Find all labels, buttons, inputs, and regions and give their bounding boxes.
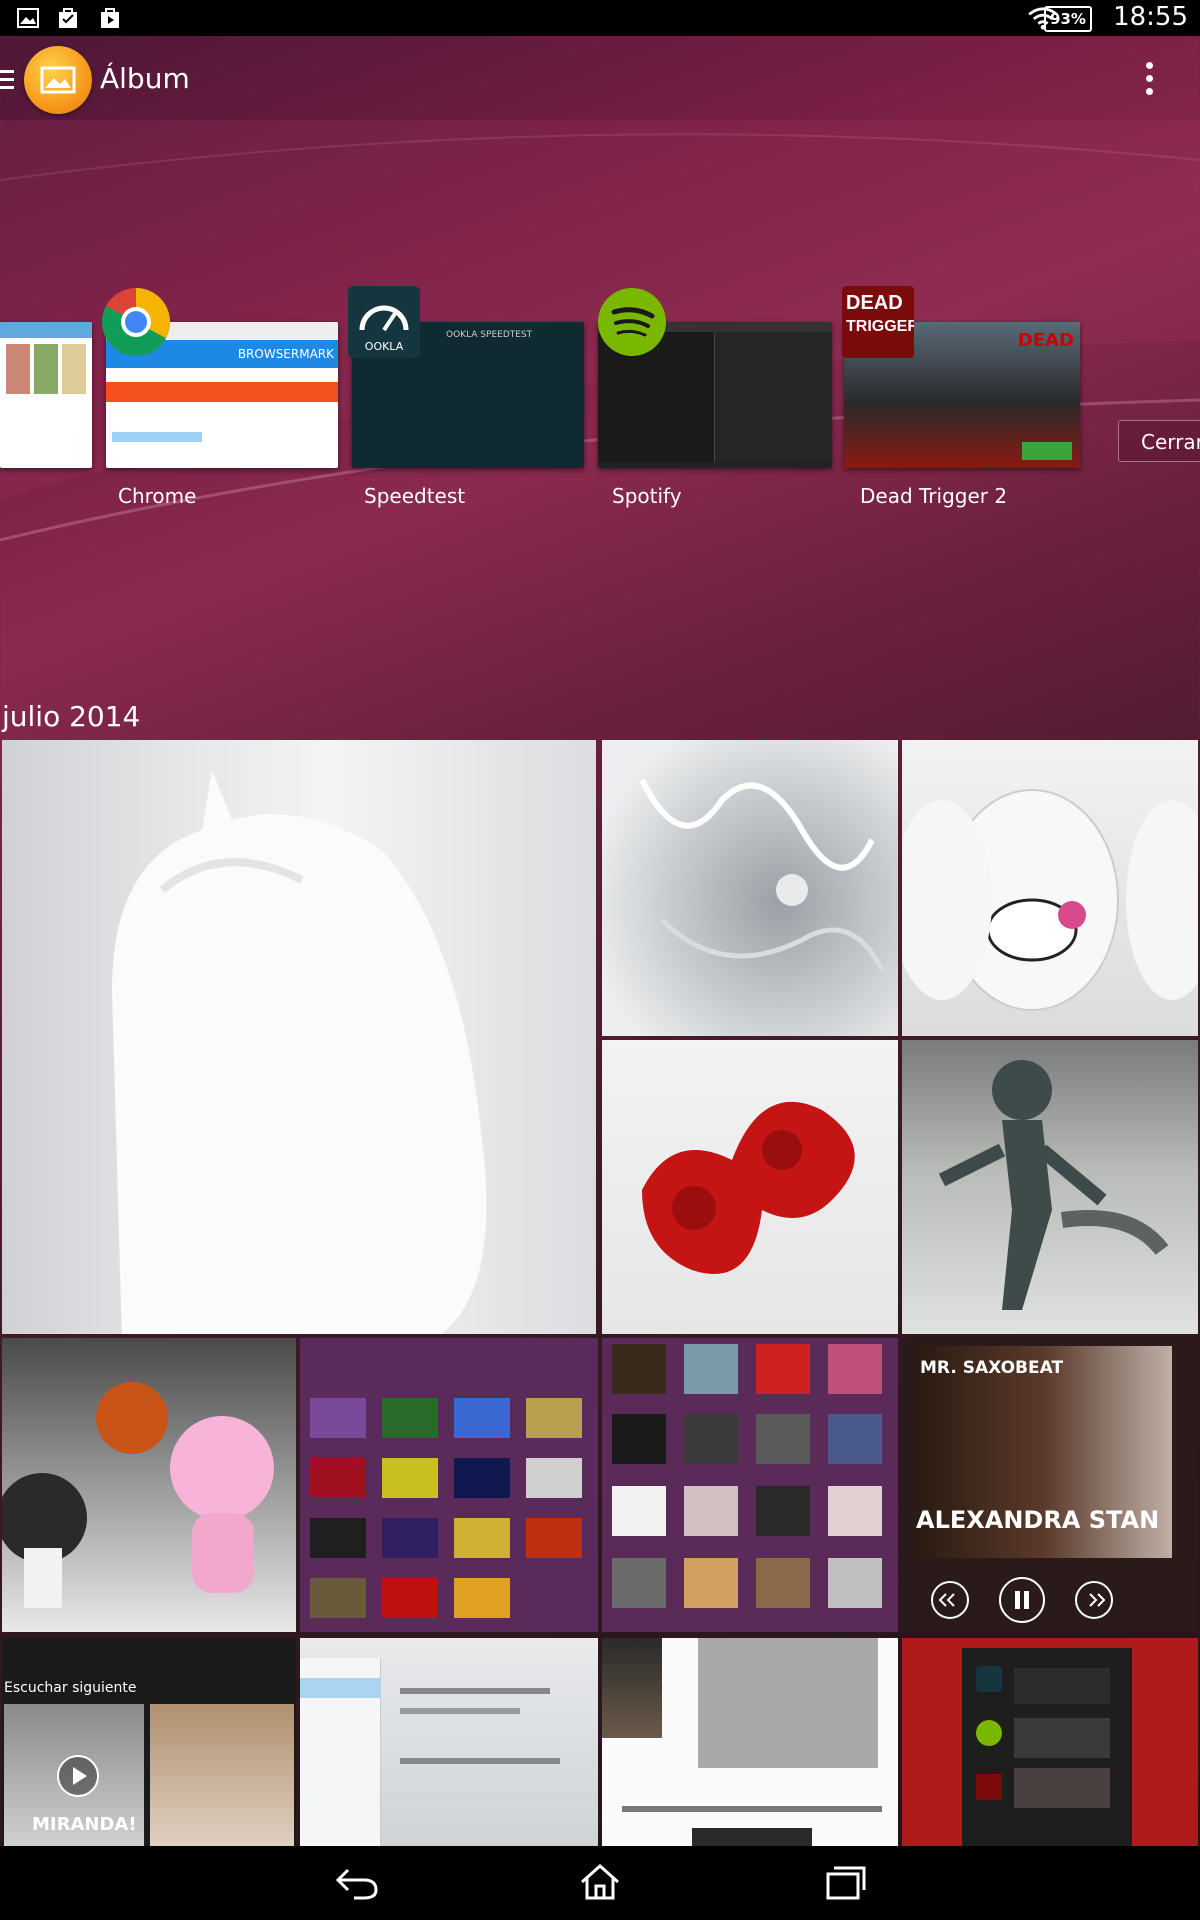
page-title: Álbum: [100, 62, 190, 95]
photo-thumbnail[interactable]: [602, 740, 898, 1036]
photo-thumbnail[interactable]: [602, 1338, 898, 1632]
recent-app-label: Spotify: [612, 484, 682, 508]
listen-next-text: Escuchar siguiente: [4, 1680, 137, 1696]
dead-trigger-icon[interactable]: DEAD TRIGGER: [842, 286, 914, 358]
recent-app-card-partial[interactable]: [0, 322, 92, 468]
overflow-menu-icon[interactable]: [1144, 62, 1154, 102]
close-all-button[interactable]: Cerrar: [1118, 420, 1200, 462]
status-bar: 93% 18:55: [0, 0, 1200, 36]
action-bar: Álbum: [0, 36, 1200, 126]
clock: 18:55: [1113, 2, 1188, 32]
album-title-text: MR. SAXOBEAT: [920, 1358, 1064, 1378]
photo-thumbnail[interactable]: Escuchar siguiente MIRANDA!: [2, 1638, 296, 1846]
home-icon[interactable]: [576, 1860, 624, 1904]
back-icon[interactable]: [334, 1860, 382, 1904]
album-artist-text: MIRANDA!: [32, 1814, 137, 1835]
recent-app-label: Chrome: [118, 484, 197, 508]
battery-indicator: 93%: [1044, 6, 1092, 32]
navigation-bar: [0, 1846, 1200, 1920]
album-icon[interactable]: [24, 46, 92, 114]
photo-thumbnail[interactable]: [902, 1040, 1198, 1334]
recent-apps-icon[interactable]: [822, 1860, 870, 1904]
photo-thumbnail[interactable]: [902, 740, 1198, 1036]
photo-thumbnail[interactable]: [300, 1338, 598, 1632]
photo-thumbnail[interactable]: [2, 740, 596, 1334]
photo-thumbnail[interactable]: [602, 1638, 898, 1846]
photo-thumbnail[interactable]: MR. SAXOBEAT ALEXANDRA STAN: [902, 1338, 1198, 1632]
photo-thumbnail[interactable]: [2, 1338, 296, 1632]
photo-thumbnail[interactable]: [300, 1638, 598, 1846]
hamburger-icon[interactable]: [0, 70, 14, 90]
svg-text:OOKLA: OOKLA: [365, 340, 404, 353]
gallery-icon: [17, 8, 39, 28]
shopping-bag-icon: [59, 8, 77, 28]
recent-app-label: Speedtest: [364, 484, 466, 508]
ookla-icon[interactable]: OOKLA: [348, 286, 420, 358]
chrome-icon[interactable]: [100, 286, 172, 358]
photo-thumbnail[interactable]: [602, 1040, 898, 1334]
spotify-icon[interactable]: [596, 286, 668, 358]
photo-thumbnail[interactable]: [902, 1638, 1198, 1846]
section-header: julio 2014: [2, 700, 141, 733]
album-artist-text: ALEXANDRA STAN: [916, 1506, 1160, 1534]
recent-app-label: Dead Trigger 2: [860, 484, 1008, 508]
play-store-icon: [101, 8, 119, 28]
